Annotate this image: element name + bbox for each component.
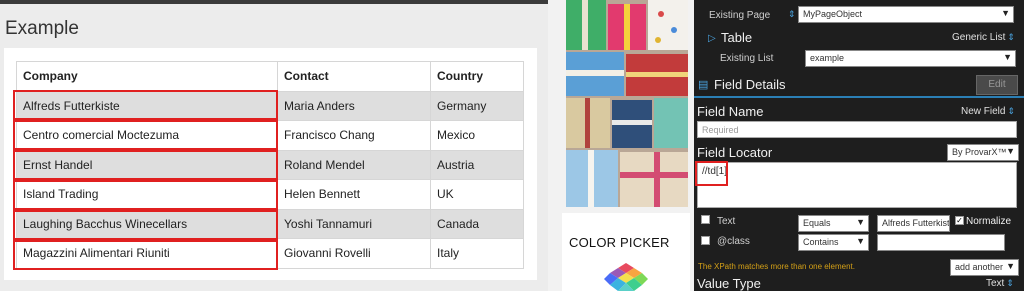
field-editor-panel: Existing Page ⇕ MyPageObject ▼ ▷ Table G… <box>694 0 1024 291</box>
table-header-row: Company Contact Country <box>16 61 524 92</box>
chevron-down-icon: ▼ <box>1001 8 1010 18</box>
cell-country[interactable]: Austria <box>430 149 524 180</box>
cell-company[interactable]: Laughing Bacchus Winecellars <box>16 208 278 239</box>
cell-country[interactable]: Canada <box>430 208 524 239</box>
field-details-icon: ▤ <box>698 79 709 91</box>
cell-contact[interactable]: Yoshi Tannamuri <box>277 208 431 239</box>
table-row[interactable]: Island Trading Helen Bennett UK <box>16 179 524 210</box>
contains-select[interactable]: Contains ▼ <box>798 234 869 251</box>
add-another-select[interactable]: add another ▼ <box>950 259 1019 276</box>
spinner-icon: ⇕ <box>1007 32 1015 42</box>
page-title: Example <box>5 18 79 39</box>
cell-country[interactable]: Germany <box>430 90 524 121</box>
class-value-input[interactable] <box>877 234 1005 251</box>
spinner-icon: ⇕ <box>1006 278 1014 288</box>
cell-company[interactable]: Alfreds Futterkiste <box>16 90 278 121</box>
expand-arrow-icon[interactable]: ▷ <box>708 33 716 44</box>
cell-company[interactable]: Centro comercial Moctezuma <box>16 120 278 151</box>
text-value-input[interactable]: Alfreds Futterkist <box>877 215 950 232</box>
table-row[interactable]: Centro comercial Moctezuma Francisco Cha… <box>16 120 524 151</box>
chevron-down-icon: ▼ <box>856 236 865 246</box>
equals-select[interactable]: Equals ▼ <box>798 215 869 232</box>
table-section-title: Table <box>721 30 753 45</box>
cell-contact[interactable]: Roland Mendel <box>277 149 431 180</box>
column-header-country[interactable]: Country <box>430 61 524 92</box>
cell-company[interactable]: Magazzini Alimentari Riuniti <box>16 238 278 269</box>
cell-contact[interactable]: Francisco Chang <box>277 120 431 151</box>
text-attr-label: Text <box>717 216 736 227</box>
customers-table: Company Contact Country Alfreds Futterki… <box>16 61 524 269</box>
spinner-icon: ⇕ <box>1007 106 1016 116</box>
cell-country[interactable]: Mexico <box>430 120 524 151</box>
ad-column: COLOR PICKER <box>548 0 694 291</box>
existing-list-select[interactable]: example ▼ <box>805 50 1016 67</box>
text-checkbox[interactable] <box>701 215 710 224</box>
xpath-warning: The XPath matches more than one element. <box>698 262 855 271</box>
table-row[interactable]: Magazzini Alimentari Riuniti Giovanni Ro… <box>16 238 524 269</box>
value-type-label: Value Type <box>697 276 761 291</box>
cell-contact[interactable]: Helen Bennett <box>277 179 431 210</box>
cell-contact[interactable]: Maria Anders <box>277 90 431 121</box>
normalize-label: Normalize <box>966 216 1012 227</box>
existing-page-label: Existing Page <box>709 10 771 21</box>
section-divider <box>694 96 1024 98</box>
web-page: Example Company Contact Country Alfreds … <box>0 0 548 291</box>
cell-country[interactable]: Italy <box>430 238 524 269</box>
existing-page-select[interactable]: MyPageObject ▼ <box>798 6 1014 23</box>
value-type-select[interactable]: Text ⇕ <box>986 278 1014 289</box>
cell-contact[interactable]: Giovanni Rovelli <box>277 238 431 269</box>
field-name-input[interactable]: Required <box>697 121 1017 138</box>
spinner-icon: ⇕ <box>788 9 796 19</box>
chevron-down-icon: ▼ <box>1006 146 1015 156</box>
color-picker-title: COLOR PICKER <box>569 235 670 250</box>
class-attr-label: @class <box>717 236 750 247</box>
table-row[interactable]: Alfreds Futterkiste Maria Anders Germany <box>16 90 524 121</box>
table-row[interactable]: Ernst Handel Roland Mendel Austria <box>16 149 524 180</box>
chevron-down-icon: ▼ <box>856 217 865 227</box>
new-field-select[interactable]: New Field ⇕ <box>961 106 1015 117</box>
column-header-contact[interactable]: Contact <box>277 61 431 92</box>
cell-company[interactable]: Island Trading <box>16 179 278 210</box>
field-name-label: Field Name <box>697 104 764 119</box>
locator-type-select[interactable]: By ProvarX™ ▼ <box>947 144 1019 161</box>
normalize-checkbox[interactable]: ✓ <box>955 216 964 225</box>
color-wheel-icon <box>598 259 654 291</box>
locator-textarea[interactable]: //td[1] <box>697 162 1017 208</box>
edit-button[interactable]: Edit <box>976 75 1018 95</box>
column-header-company[interactable]: Company <box>16 61 278 92</box>
field-details-title: Field Details <box>714 77 786 92</box>
table-card: Company Contact Country Alfreds Futterki… <box>4 48 537 280</box>
browser-top-bar <box>0 0 548 4</box>
chevron-down-icon: ▼ <box>1003 52 1012 62</box>
chevron-down-icon: ▼ <box>1006 261 1015 271</box>
field-locator-label: Field Locator <box>697 145 773 160</box>
class-checkbox[interactable] <box>701 236 710 245</box>
cell-company[interactable]: Ernst Handel <box>16 149 278 180</box>
gift-boxes-image[interactable] <box>566 0 688 207</box>
table-row[interactable]: Laughing Bacchus Winecellars Yoshi Tanna… <box>16 208 524 239</box>
color-picker-ad[interactable]: COLOR PICKER <box>562 213 690 291</box>
cell-country[interactable]: UK <box>430 179 524 210</box>
existing-list-label: Existing List <box>720 53 774 64</box>
generic-list-select[interactable]: Generic List ⇕ <box>952 32 1015 43</box>
